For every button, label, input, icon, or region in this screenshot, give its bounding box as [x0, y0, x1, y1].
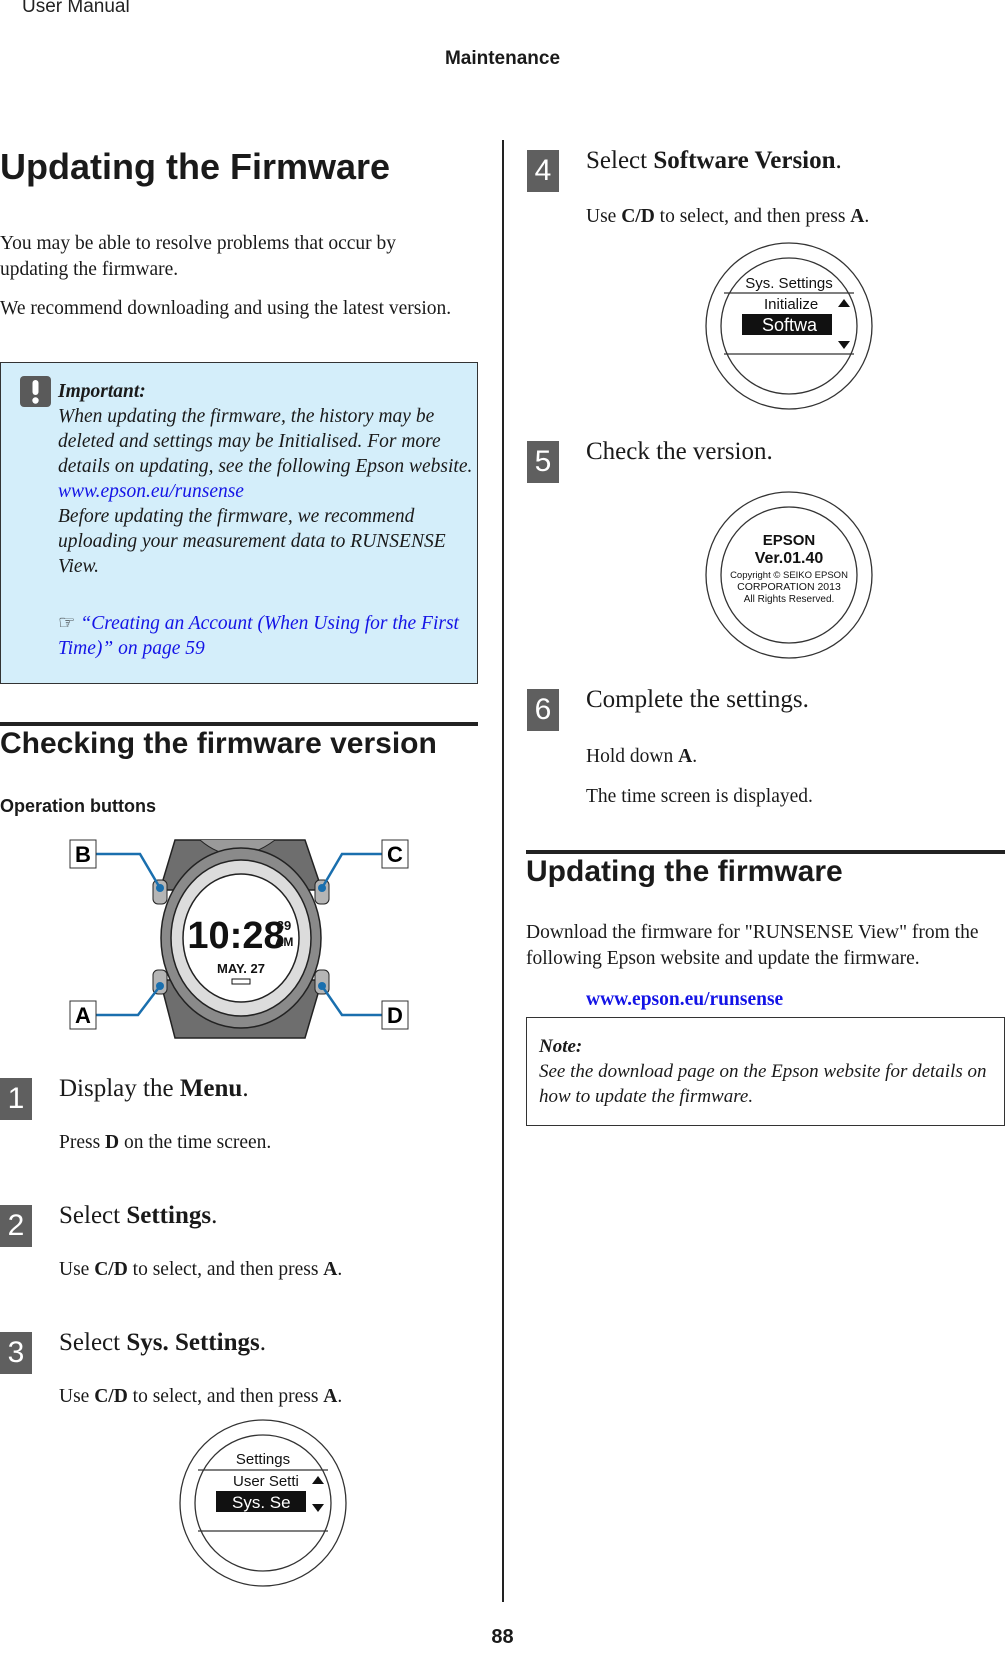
- document-title: User Manual: [22, 0, 130, 17]
- section-rule: [0, 722, 478, 726]
- screen-item: Initialize: [764, 296, 818, 313]
- step-desc-6: Hold down A.: [586, 746, 698, 767]
- cross-reference[interactable]: ☞ “Creating an Account (When Using for t…: [58, 611, 478, 661]
- step-title-2: Select Settings.: [59, 1202, 218, 1229]
- section-heading-updating: Updating the firmware: [526, 855, 843, 888]
- important-body-1: When updating the firmware, the history …: [58, 406, 473, 477]
- watch-screen-software-version: Sys. Settings Initialize Softwa: [705, 242, 873, 410]
- copyright-line-1: Copyright © SEIKO EPSON: [730, 570, 848, 581]
- watch-seconds: 39: [277, 918, 291, 933]
- watch-illustration: 10:28 39 AM MAY. 27 B C A D: [69, 839, 409, 1039]
- copyright-line-3: All Rights Reserved.: [744, 594, 835, 605]
- screen-title: Sys. Settings: [745, 275, 833, 292]
- button-label-d: D: [387, 1003, 403, 1028]
- callout-line-c: [320, 852, 385, 889]
- button-label-b: B: [75, 842, 91, 867]
- exclamation-icon: [20, 376, 51, 407]
- important-heading: Important:: [58, 381, 146, 402]
- section-heading-checking: Checking the firmware version: [0, 727, 437, 760]
- sub-heading-operation-buttons: Operation buttons: [0, 796, 156, 816]
- screen-selected-item: Sys. Se: [232, 1493, 291, 1512]
- step-badge-5: 5: [527, 441, 559, 483]
- watch-screen-version-info: EPSON Ver.01.40 Copyright © SEIKO EPSON …: [705, 491, 873, 659]
- watch-ampm: AM: [275, 935, 294, 949]
- updating-body: Download the firmware for "RUNSENSE View…: [526, 922, 979, 969]
- pointing-hand-icon: ☞: [58, 613, 76, 634]
- step-title-1: Display the Menu.: [59, 1075, 249, 1102]
- watch-time: 10:28: [187, 915, 284, 957]
- section-rule: [526, 850, 1005, 854]
- version-brand: EPSON: [763, 532, 816, 549]
- copyright-line-2: CORPORATION 2013: [737, 581, 841, 593]
- important-callout: Important: When updating the firmware, t…: [0, 362, 478, 684]
- callout-line-b: [95, 852, 162, 889]
- cross-reference-link[interactable]: “Creating an Account (When Using for the…: [58, 613, 459, 659]
- note-heading: Note:: [539, 1036, 583, 1057]
- button-label-a: A: [75, 1003, 91, 1028]
- download-link[interactable]: www.epson.eu/runsense: [586, 987, 783, 1013]
- step-desc-2: Use C/D to select, and then press A.: [59, 1259, 343, 1280]
- screen-title: Settings: [236, 1451, 290, 1468]
- section-header: Maintenance: [444, 48, 561, 69]
- step-desc-3: Use C/D to select, and then press A.: [59, 1386, 343, 1407]
- watch-date: MAY. 27: [217, 961, 265, 976]
- important-link[interactable]: www.epson.eu/runsense: [58, 479, 478, 504]
- button-label-c: C: [387, 842, 403, 867]
- step-badge-2: 2: [0, 1205, 32, 1247]
- note-body: See the download page on the Epson websi…: [539, 1061, 987, 1107]
- callout-line-d: [320, 985, 385, 1017]
- battery-icon: [231, 978, 251, 985]
- watch-screen-sys-settings: Settings User Setti Sys. Se: [179, 1419, 347, 1587]
- version-number: Ver.01.40: [755, 550, 824, 567]
- intro-paragraph-2: We recommend downloading and using the l…: [0, 298, 452, 319]
- callout-line-a: [95, 985, 161, 1017]
- column-divider: [502, 140, 504, 1602]
- step-title-4: Select Software Version.: [586, 147, 842, 174]
- important-body-2: Before updating the firmware, we recomme…: [58, 506, 446, 577]
- step-title-3: Select Sys. Settings.: [59, 1329, 266, 1356]
- step-badge-4: 4: [527, 150, 559, 192]
- step-desc-1: Press D on the time screen.: [59, 1132, 272, 1153]
- step-desc-4: Use C/D to select, and then press A.: [586, 206, 870, 227]
- important-text: Important: When updating the firmware, t…: [58, 379, 478, 579]
- note-callout: Note: See the download page on the Epson…: [526, 1017, 1005, 1126]
- screen-selected-item: Softwa: [762, 315, 818, 335]
- page-number: 88: [491, 1626, 514, 1648]
- step-badge-6: 6: [527, 689, 559, 731]
- step-title-5: Check the version.: [586, 438, 773, 465]
- step-badge-3: 3: [0, 1332, 32, 1374]
- intro-paragraph-1: You may be able to resolve problems that…: [0, 233, 397, 280]
- step-title-6: Complete the settings.: [586, 686, 809, 713]
- step-desc-6b: The time screen is displayed.: [586, 786, 813, 807]
- page-title: Updating the Firmware: [0, 146, 391, 187]
- screen-item: User Setti: [233, 1473, 299, 1490]
- step-badge-1: 1: [0, 1078, 32, 1120]
